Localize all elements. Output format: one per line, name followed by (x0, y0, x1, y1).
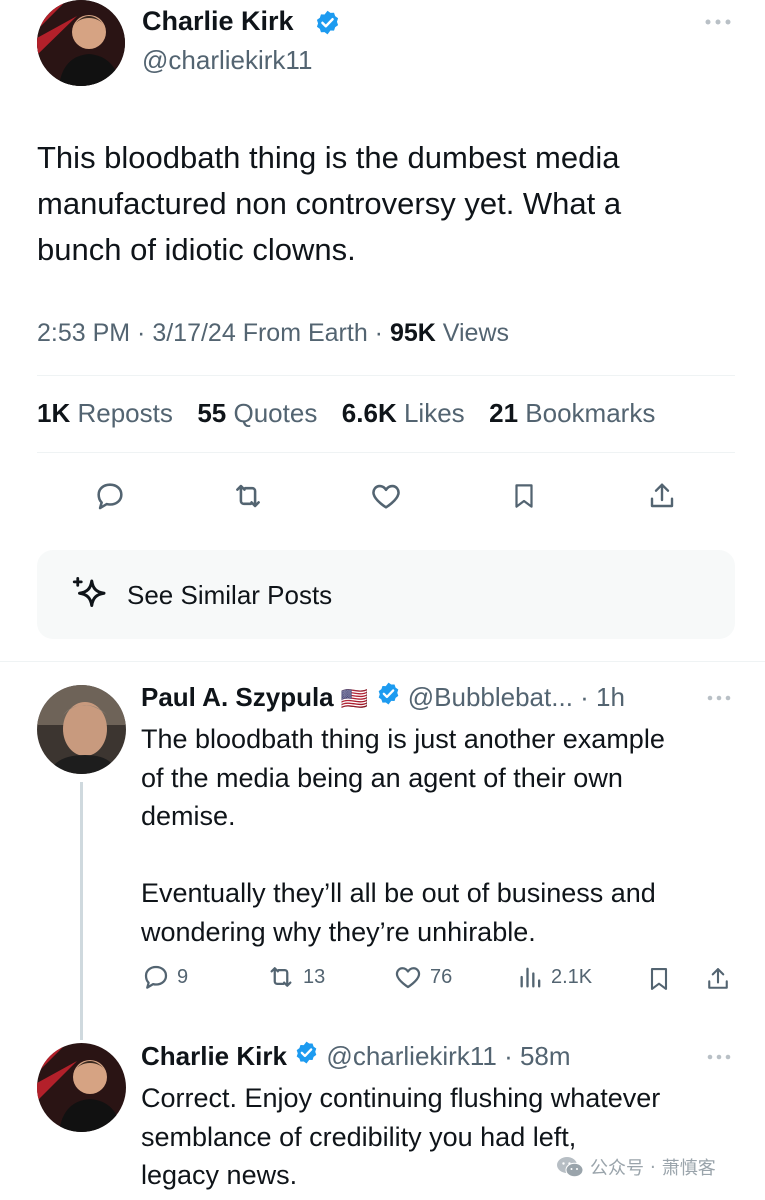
views-count: 95K (389, 319, 436, 347)
more-options-icon[interactable] (703, 1049, 735, 1065)
more-options-icon[interactable] (700, 12, 736, 32)
reply2-header: Charlie Kirk @charliekirk11 · 58m (141, 1040, 571, 1072)
bookmarks-stat[interactable]: 21 Bookmarks (489, 398, 655, 428)
tweet-date[interactable]: 3/17/24 (152, 319, 235, 347)
us-flag-icon: 🇺🇸 (340, 686, 369, 711)
likes-count: 6.6K (341, 398, 397, 428)
main-tweet-avatar[interactable] (37, 0, 125, 86)
avatar-image (37, 1043, 126, 1132)
reply1-avatar[interactable] (37, 685, 126, 774)
reply1-likes-count: 76 (430, 965, 453, 988)
more-options-icon[interactable] (703, 690, 735, 706)
reply1-reply-action[interactable]: 9 (141, 962, 188, 992)
heart-icon (372, 484, 400, 509)
reply1-text: The bloodbath thing is just another exam… (141, 720, 665, 951)
main-author-handle[interactable]: @charliekirk11 (142, 45, 312, 76)
reply2-age[interactable]: 58m (520, 1041, 571, 1071)
watermark: 公众号 · 萧慎客 (556, 1154, 716, 1180)
reply2-text-line: Correct. Enjoy continuing flushing whate… (141, 1083, 661, 1113)
watermark-channel: 公众号 (590, 1158, 644, 1179)
quotes-stat[interactable]: 55 Quotes (197, 398, 317, 428)
reply1-author-name[interactable]: Paul A. Szypula (141, 682, 334, 712)
reply1-views-count: 2.1K (551, 965, 593, 988)
share-icon (708, 968, 728, 989)
bookmarks-label: Bookmarks (525, 398, 656, 428)
reply-icon (144, 965, 168, 989)
reply1-text-line: The bloodbath thing is just another exam… (141, 724, 665, 754)
main-author-name[interactable]: Charlie Kirk (142, 6, 294, 37)
heart-icon (395, 967, 421, 989)
like-button[interactable] (366, 476, 406, 516)
reply1-text-line: Eventually they’ll all be out of busines… (141, 878, 656, 908)
watermark-separator: · (650, 1156, 656, 1178)
reply-icon (97, 483, 123, 510)
section-divider (0, 661, 765, 662)
repost-button[interactable] (228, 476, 268, 516)
main-tweet-text-line: This bloodbath thing is the dumbest medi… (37, 140, 620, 175)
reply1-replies-count: 9 (177, 965, 189, 988)
views-label: Views (442, 319, 510, 347)
wechat-icon (557, 1157, 584, 1178)
tweet-source: From Earth (242, 319, 368, 347)
reply2-handle[interactable]: @charliekirk11 (326, 1041, 496, 1071)
reply1-text-line: demise. (141, 801, 236, 831)
reposts-count: 1K (37, 398, 71, 428)
quotes-count: 55 (197, 398, 227, 428)
verified-badge-icon (294, 1040, 319, 1072)
bookmarks-count: 21 (489, 398, 519, 428)
divider (37, 452, 735, 453)
share-icon (650, 483, 674, 508)
reply1-reposts-count: 13 (303, 965, 326, 988)
reply1-share-action[interactable] (702, 962, 734, 996)
views-chart-icon (520, 967, 541, 988)
tweet-time[interactable]: 2:53 PM (37, 319, 130, 347)
watermark-author: 萧慎客 (661, 1158, 716, 1179)
reply1-age[interactable]: 1h (596, 682, 625, 712)
reply1-header: Paul A. Szypula 🇺🇸 @Bubblebat... · 1h (141, 681, 625, 713)
see-similar-posts-button[interactable]: See Similar Posts (37, 550, 735, 639)
likes-stat[interactable]: 6.6K Likes (342, 398, 465, 428)
reposts-label: Reposts (77, 398, 173, 428)
tweet-meta: 2:53 PM · 3/17/24 From Earth · 95K Views (37, 319, 510, 347)
reply2-text-line: semblance of credibility you had left, (141, 1121, 577, 1152)
reply2-author-name[interactable]: Charlie Kirk (141, 1041, 287, 1071)
reply1-text-line: wondering why they’re unhirable. (141, 916, 536, 947)
reply1-like-action[interactable]: 76 (392, 962, 452, 992)
sparkle-icon (69, 574, 111, 621)
likes-label: Likes (403, 398, 465, 428)
verified-badge-icon (314, 9, 341, 41)
share-button[interactable] (642, 476, 682, 516)
avatar-image (37, 0, 125, 86)
reply-thread-line (80, 782, 83, 1040)
main-tweet-text-line: manufactured non controversy yet. What a (37, 186, 622, 221)
avatar-image (37, 685, 126, 774)
divider (37, 375, 735, 376)
reply1-repost-action[interactable]: 13 (265, 962, 325, 992)
bookmark-icon (650, 968, 668, 990)
verified-badge-icon (376, 681, 401, 713)
engagement-stats: 1K Reposts 55 Quotes 6.6K Likes 21 Bookm… (37, 398, 655, 429)
reposts-stat[interactable]: 1K Reposts (37, 398, 173, 428)
quotes-label: Quotes (233, 398, 318, 428)
see-similar-posts-label: See Similar Posts (127, 580, 333, 610)
reply-button[interactable] (90, 476, 130, 516)
main-tweet-text: This bloodbath thing is the dumbest medi… (37, 135, 621, 273)
reply2-avatar[interactable] (37, 1043, 126, 1132)
reply1-bookmark-action[interactable] (643, 962, 675, 996)
bookmark-icon (515, 484, 533, 508)
repost-icon (236, 484, 260, 508)
reply1-views-action[interactable]: 2.1K (517, 962, 592, 992)
reply1-handle[interactable]: @Bubblebat... (408, 682, 573, 712)
reply1-text-line: of the media being an agent of their own (141, 762, 623, 793)
repost-icon (270, 967, 292, 987)
bookmark-button[interactable] (504, 476, 544, 516)
main-tweet-text-line: bunch of idiotic clowns. (37, 232, 356, 267)
